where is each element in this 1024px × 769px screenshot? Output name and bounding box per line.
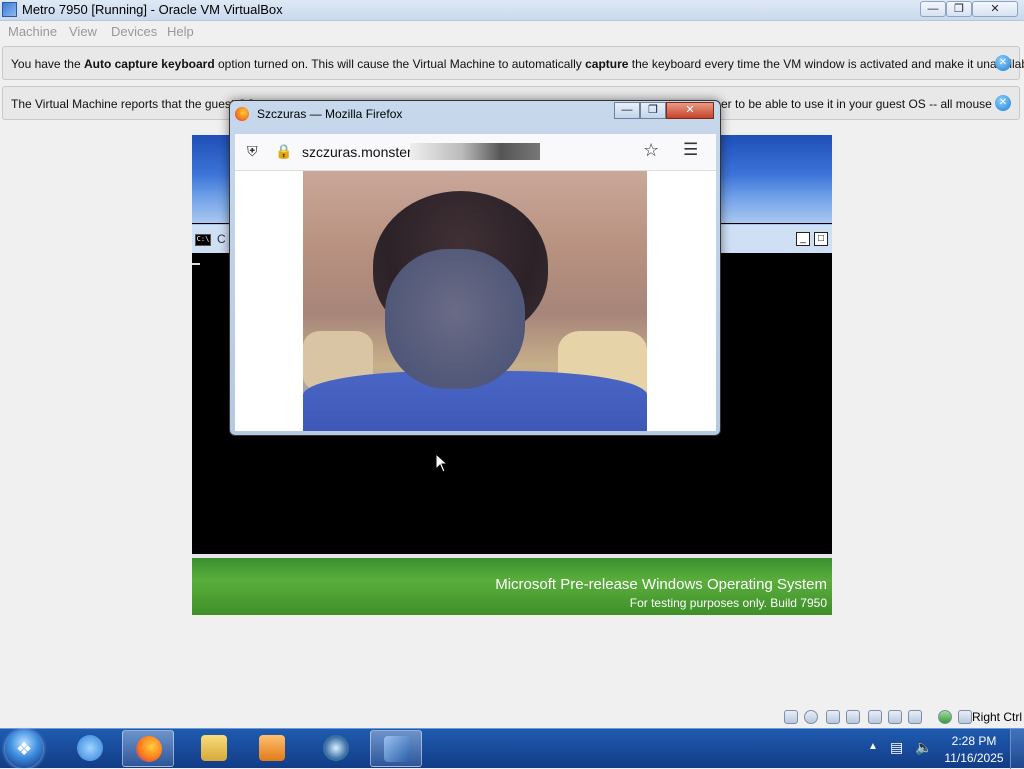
close-notice-icon[interactable]: ✕ [995,55,1011,71]
start-button[interactable]: ❖ [5,730,43,768]
command-prompt-icon: C:\ [195,234,211,246]
taskbar-internet-explorer[interactable] [64,730,116,767]
bookmark-star-icon[interactable]: ☆ [643,140,659,161]
url-bar[interactable]: szczuras.monster/# [302,144,423,160]
virtualbox-app-icon [2,2,17,17]
taskbar-media-player[interactable] [246,730,298,767]
taskbar-app[interactable] [310,730,362,767]
taskbar-firefox[interactable] [122,730,174,767]
volume-muted-icon[interactable]: 🔈 [915,739,933,757]
mouse-pointer-icon [435,453,449,473]
firefox-window-title: Szczuras — Mozilla Firefox [257,107,403,121]
vm-minimize-button[interactable]: _ [796,232,810,246]
usb-icon[interactable] [868,710,882,724]
notice-text-bold: capture [585,57,629,71]
menu-view[interactable]: View [69,24,97,39]
network-tray-icon[interactable]: ▤ [890,739,908,757]
build-watermark: For testing purposes only. Build 7950 [629,596,827,610]
firefox-icon [136,736,162,762]
notice-text-part: option turned on. This will cause the Vi… [214,57,586,71]
auto-capture-notice-text: You have the Auto capture keyboard optio… [11,57,1024,71]
clock-time[interactable]: 2:28 PM [944,734,1004,748]
restore-button[interactable]: ❐ [946,1,972,17]
redacted-url-segment [410,143,540,160]
firefox-window[interactable]: Szczuras — Mozilla Firefox — ❐ ✕ ⛨ 🔒 szc… [229,100,721,436]
media-player-icon [259,735,285,761]
text-cursor [192,263,200,265]
optical-drive-icon[interactable] [804,710,818,724]
globe-app-icon [323,735,349,761]
menu-help[interactable]: Help [167,24,194,39]
firefox-toolbar: ⛨ 🔒 szczuras.monster/# ☆ ☰ [235,134,716,171]
display-icon[interactable] [908,710,922,724]
internet-explorer-icon [77,735,103,761]
notice-text-part: You have the [11,57,84,71]
firefox-close-button[interactable]: ✕ [666,102,714,119]
os-watermark: Microsoft Pre-release Windows Operating … [495,576,827,593]
virtualbox-icon [384,736,410,762]
network-icon[interactable] [846,710,860,724]
mouse-notice-text-left: The Virtual Machine reports that the gue… [11,97,255,111]
close-button[interactable]: ✕ [972,1,1018,17]
audio-icon[interactable] [826,710,840,724]
taskbar-virtualbox[interactable] [370,730,422,767]
windows-taskbar: ❖ ▲ ▤ 🔈 2:28 PM 11/16/2025 [0,728,1024,769]
menu-bar: Machine View Devices Help [0,21,1024,42]
notice-text-bold: Auto capture keyboard [83,57,215,71]
vm-desktop-grass: Microsoft Pre-release Windows Operating … [192,558,832,615]
firefox-restore-button[interactable]: ❐ [640,102,666,119]
minimize-button[interactable]: — [920,1,946,17]
windows-logo-icon: ❖ [16,739,33,759]
firefox-icon [235,107,249,121]
hamburger-menu-icon[interactable]: ☰ [683,140,698,160]
virtualbox-status-bar: Right Ctrl [0,707,1024,728]
close-notice-icon[interactable]: ✕ [995,95,1011,111]
virtualbox-titlebar[interactable]: Metro 7950 [Running] - Oracle VM Virtual… [0,0,1024,21]
mouse-notice-text-right: er to be able to use it in your guest OS… [721,97,992,111]
taskbar-file-explorer[interactable] [188,730,240,767]
command-window-title: C [217,232,226,246]
folder-icon [201,735,227,761]
menu-devices[interactable]: Devices [111,24,157,39]
firefox-minimize-button[interactable]: — [614,102,640,119]
shared-folders-icon[interactable] [888,710,902,724]
notice-text-part: the keyboard every time the VM window is… [628,57,1024,71]
hard-disk-icon[interactable] [784,710,798,724]
clock-date[interactable]: 11/16/2025 [940,751,1008,765]
host-key-label: Right Ctrl [971,710,1022,724]
show-hidden-icons-icon[interactable]: ▲ [868,741,878,752]
window-title: Metro 7950 [Running] - Oracle VM Virtual… [22,2,283,17]
video-person-face [385,249,525,389]
vm-maximize-button[interactable]: □ [814,232,828,246]
keyboard-capture-icon[interactable] [958,710,972,724]
insecure-lock-icon[interactable]: 🔒 [275,143,292,159]
webcam-video[interactable] [303,171,647,431]
tracking-protection-icon[interactable]: ⛨ [247,143,261,159]
mouse-integration-icon[interactable] [938,710,952,724]
show-desktop-button[interactable] [1010,729,1024,769]
firefox-page-content [235,171,716,431]
menu-machine[interactable]: Machine [8,24,57,39]
auto-capture-notice: You have the Auto capture keyboard optio… [2,46,1024,80]
